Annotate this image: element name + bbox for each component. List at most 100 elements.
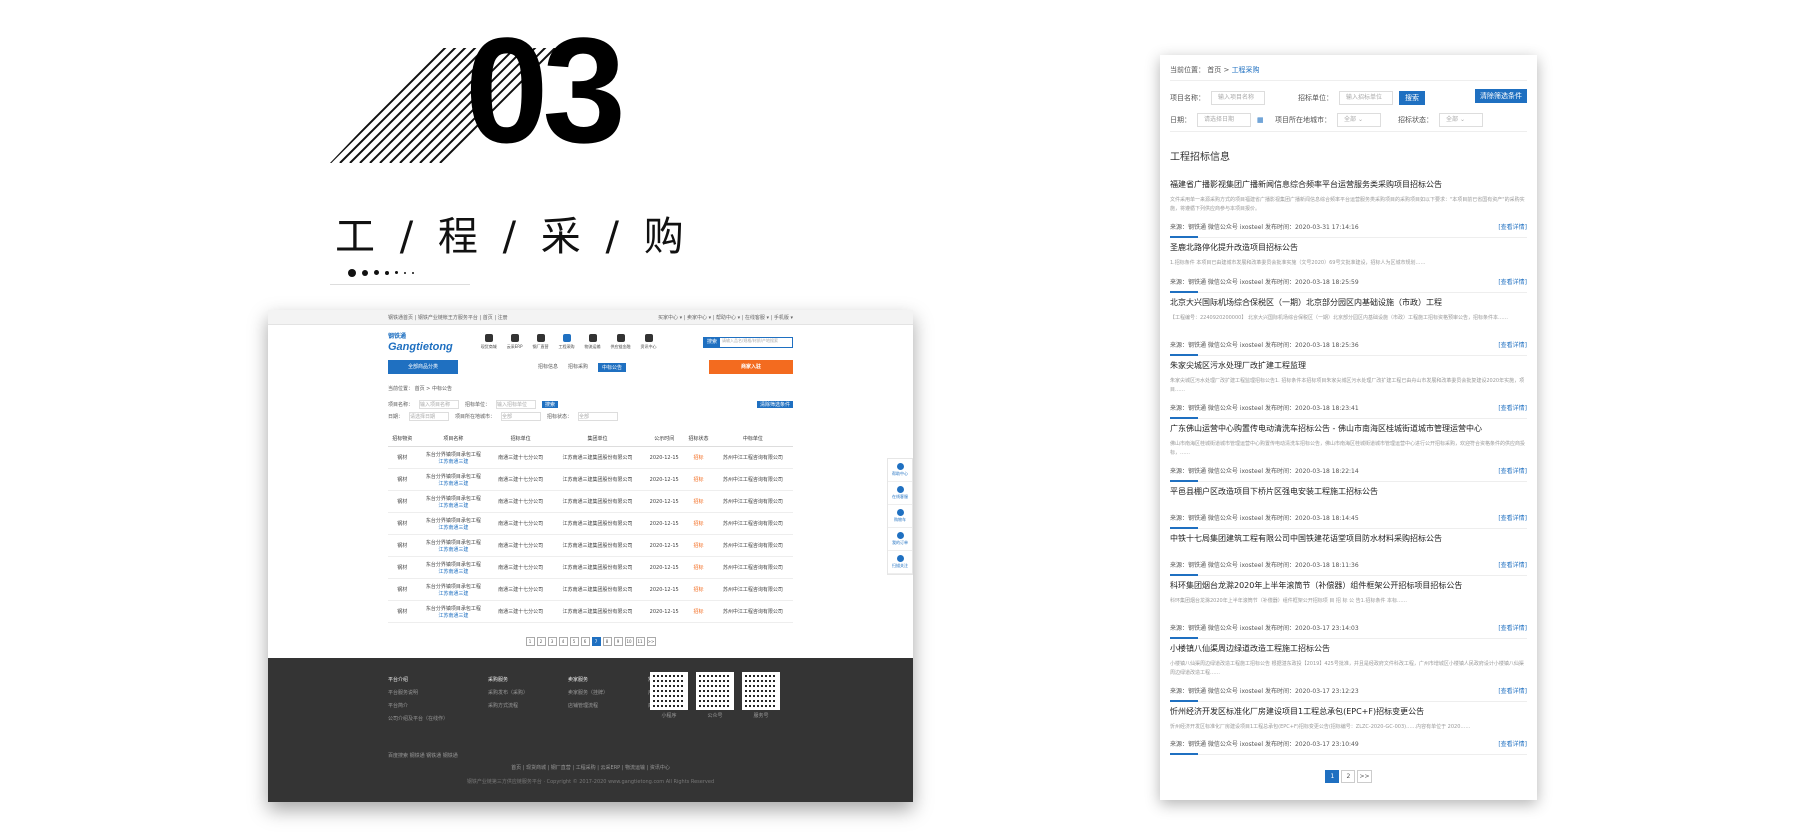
page-button[interactable]: >> (1357, 770, 1372, 783)
nav-item[interactable]: 现货商城 (481, 334, 497, 350)
view-details-link[interactable]: [查看详情] (1498, 686, 1527, 695)
view-details-link[interactable]: [查看详情] (1498, 340, 1527, 349)
project-link[interactable]: 江苏南通三建 (417, 612, 489, 619)
footer-link[interactable]: 平台服务说明 (388, 689, 448, 696)
table-row[interactable]: 钢材 东台分界镇项目承包工程 江苏南通三建 南通三建十七分公司 江苏南通三建集团股份有限… (388, 600, 793, 623)
search-button[interactable]: 搜索 (704, 337, 721, 347)
page-button[interactable]: >> (646, 637, 656, 646)
view-details-link[interactable]: [查看详情] (1498, 277, 1527, 286)
view-details-link[interactable]: [查看详情] (1498, 222, 1527, 231)
page-button[interactable]: 10 (624, 637, 634, 646)
view-details-link[interactable]: [查看详情] (1498, 560, 1527, 569)
footer-link[interactable]: 店铺管理流程 (568, 702, 608, 709)
page-button[interactable]: 11 (635, 637, 645, 646)
list-item[interactable]: 广东佛山运营中心购置传电动清洗车招标公告 - 佛山市南海区桂城街道城市管理运营中… (1170, 423, 1527, 482)
city-select[interactable]: 全部 (501, 411, 542, 421)
search-box[interactable]: 搜索 请输入品名/规格/材质/产地搜索 (703, 336, 793, 348)
table-row[interactable]: 钢材 东台分界镇项目承包工程 江苏南通三建 南通三建十七分公司 江苏南通三建集团股份有限… (388, 446, 793, 469)
nav-item[interactable]: 供应链金融 (611, 334, 631, 350)
cell-project[interactable]: 东台分界镇项目承包工程 江苏南通三建 (416, 512, 491, 535)
unit-input[interactable]: 输入招标单位 (496, 399, 537, 409)
item-title[interactable]: 科环集团烟台龙滁2020年上半年滚筒节（补偿器）组件框架公开招标项目招标公告 (1170, 580, 1527, 591)
view-details-link[interactable]: [查看详情] (1498, 513, 1527, 522)
project-link[interactable]: 江苏南通三建 (417, 524, 489, 531)
calendar-icon[interactable]: ▦ (1257, 116, 1264, 124)
footer-link[interactable]: 采购发布（采购） (488, 689, 528, 696)
item-title[interactable]: 福建省广播影视集团广播新闻信息综合频率平台运营服务类采购项目招标公告 (1170, 179, 1527, 190)
sidebar-item[interactable]: 扫描关注 (888, 551, 912, 574)
view-details-link[interactable]: [查看详情] (1498, 403, 1527, 412)
project-name[interactable]: 东台分界镇项目承包工程 (426, 540, 481, 546)
list-item[interactable]: 科环集团烟台龙滁2020年上半年滚筒节（补偿器）组件框架公开招标项目招标公告 科环… (1170, 580, 1527, 639)
status-select[interactable]: 全部 (578, 411, 619, 421)
search-button[interactable]: 搜索 (1399, 91, 1425, 105)
status-select[interactable]: 全部 ⌄ (1439, 113, 1483, 127)
sidebar-item[interactable]: 我的订单 (888, 528, 912, 551)
project-link[interactable]: 江苏南通三建 (417, 546, 489, 553)
list-item[interactable]: 平邑县棚户区改造项目下桥片区强电安装工程施工招标公告 来源：钢铁通 微信公众号 i… (1170, 486, 1527, 529)
project-link[interactable]: 江苏南通三建 (417, 502, 489, 509)
table-row[interactable]: 钢材 东台分界镇项目承包工程 江苏南通三建 南通三建十七分公司 江苏南通三建集团股份有限… (388, 534, 793, 557)
view-details-link[interactable]: [查看详情] (1498, 739, 1527, 748)
all-categories-button[interactable]: 全部商品分类 (388, 360, 458, 374)
cell-project[interactable]: 东台分界镇项目承包工程 江苏南通三建 (416, 600, 491, 623)
project-link[interactable]: 江苏南通三建 (417, 480, 489, 487)
item-title[interactable]: 中铁十七局集团建筑工程有限公司中国铁建花语堂项目防水材料采购招标公告 (1170, 533, 1527, 544)
clear-filter-button[interactable]: 清除筛选条件 (1475, 89, 1527, 103)
footer-link[interactable]: 卖家服务（挂牌） (568, 689, 608, 696)
page-button[interactable]: 1 (525, 637, 535, 646)
footer-link[interactable]: 公司介绍及平台（在线作） (388, 715, 448, 722)
view-details-link[interactable]: [查看详情] (1498, 623, 1527, 632)
footer-link[interactable]: 平台简介 (388, 702, 448, 709)
search-button[interactable]: 搜索 (542, 400, 559, 408)
list-item[interactable]: 忻州经济开发区标准化厂房建设项目1工程总承包(EPC+F)招标变更公告 忻州经济开… (1170, 706, 1527, 755)
logo[interactable]: 钢铁通 Gangtietong (388, 332, 453, 353)
view-details-link[interactable]: [查看详情] (1498, 466, 1527, 475)
list-item[interactable]: 北京大兴国际机场综合保税区（一期）北京部分园区内基础设施（市政）工程 【工程编号：… (1170, 297, 1527, 356)
merchant-join-button[interactable]: 商家入驻 (709, 360, 793, 374)
item-title[interactable]: 朱家尖城区污水处理厂改扩建工程监理 (1170, 360, 1527, 371)
page-button[interactable]: 7 (591, 637, 601, 646)
page-button[interactable]: 2 (536, 637, 546, 646)
project-name[interactable]: 东台分界镇项目承包工程 (426, 584, 481, 590)
project-name[interactable]: 东台分界镇项目承包工程 (426, 452, 481, 458)
nav-item[interactable]: 钢厂直营 (533, 334, 549, 350)
project-name[interactable]: 东台分界镇项目承包工程 (426, 606, 481, 612)
footer-links[interactable]: 首页 | 现货商城 | 钢厂直营 | 工程采购 | 云采ERP | 物流运输 |… (268, 764, 913, 771)
nav-item-active[interactable]: 工程采购 (559, 334, 575, 350)
list-item[interactable]: 中铁十七局集团建筑工程有限公司中国铁建花语堂项目防水材料采购招标公告 来源：钢铁通… (1170, 533, 1527, 576)
sidebar-item[interactable]: 帮助中心 (888, 459, 912, 482)
table-row[interactable]: 钢材 东台分界镇项目承包工程 江苏南通三建 南通三建十七分公司 江苏南通三建集团股份有限… (388, 578, 793, 601)
page-button[interactable]: 4 (558, 637, 568, 646)
unit-input[interactable]: 输入招标单位 (1339, 91, 1393, 105)
cell-project[interactable]: 东台分界镇项目承包工程 江苏南通三建 (416, 446, 491, 469)
item-title[interactable]: 广东佛山运营中心购置传电动清洗车招标公告 - 佛山市南海区桂城街道城市管理运营中… (1170, 423, 1527, 434)
page-button[interactable]: 8 (602, 637, 612, 646)
menu-link-active[interactable]: 中标公告 (598, 362, 627, 372)
page-button[interactable]: 2 (1341, 770, 1356, 783)
page-button[interactable]: 3 (547, 637, 557, 646)
project-name[interactable]: 东台分界镇项目承包工程 (426, 518, 481, 524)
list-item[interactable]: 圣鹿北路停化提升改造项目招标公告 1.招标条件 本项目已由建城市发展和改革委员会批… (1170, 242, 1527, 293)
sidebar-item[interactable]: 购物车 (888, 505, 912, 528)
list-item[interactable]: 朱家尖城区污水处理厂改扩建工程监理 朱家尖城区污水处理厂改扩建工程监理招标公告1.… (1170, 360, 1527, 419)
project-input[interactable]: 输入项目名称 (1211, 91, 1265, 105)
footer-friend-links[interactable]: 百度搜索 钢铁通 钢铁通 钢铁通 (388, 752, 458, 759)
project-input[interactable]: 输入项目名称 (419, 399, 460, 409)
project-link[interactable]: 江苏南通三建 (417, 568, 489, 575)
table-row[interactable]: 钢材 东台分界镇项目承包工程 江苏南通三建 南通三建十七分公司 江苏南通三建集团股份有限… (388, 512, 793, 535)
page-button[interactable]: 5 (569, 637, 579, 646)
footer-link[interactable]: 采购方式流程 (488, 702, 528, 709)
search-input[interactable]: 请输入品名/规格/材质/产地搜索 (720, 338, 778, 347)
page-button[interactable]: 6 (580, 637, 590, 646)
project-link[interactable]: 江苏南通三建 (417, 458, 489, 465)
project-name[interactable]: 东台分界镇项目承包工程 (426, 496, 481, 502)
item-title[interactable]: 圣鹿北路停化提升改造项目招标公告 (1170, 242, 1527, 253)
list-item[interactable]: 小楼镇八仙渠周边绿道改造工程施工招标公告 小楼镇八仙渠周边绿道改造工程施工招标公告… (1170, 643, 1527, 702)
cell-project[interactable]: 东台分界镇项目承包工程 江苏南通三建 (416, 578, 491, 601)
cell-project[interactable]: 东台分界镇项目承包工程 江苏南通三建 (416, 490, 491, 513)
nav-item[interactable]: 物流运输 (585, 334, 601, 350)
sidebar-item[interactable]: 在线客服 (888, 482, 912, 505)
breadcrumb-home[interactable]: 首页 > (1207, 66, 1229, 74)
table-row[interactable]: 钢材 东台分界镇项目承包工程 江苏南通三建 南通三建十七分公司 江苏南通三建集团股份有限… (388, 556, 793, 579)
